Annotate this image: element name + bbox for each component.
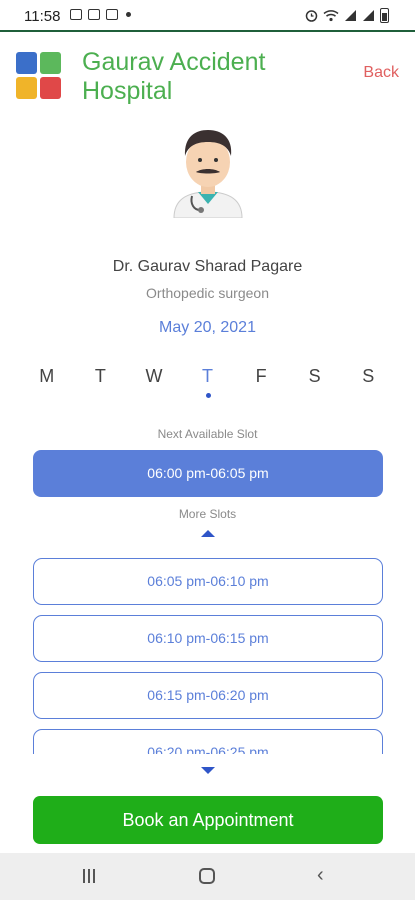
signal-icon <box>363 10 374 21</box>
weekday-saturday[interactable]: S <box>288 366 342 406</box>
status-time: 11:58 <box>24 8 61 25</box>
weekday-sunday[interactable]: S <box>341 366 395 406</box>
signal-icon <box>345 10 356 21</box>
weekday-monday[interactable]: M <box>20 366 74 406</box>
slot-button[interactable]: 06:20 pm-06:25 pm <box>33 729 383 754</box>
battery-icon <box>380 8 389 23</box>
back-button[interactable]: Back <box>363 64 399 82</box>
status-bar: 11:58 <box>0 0 415 32</box>
scroll-down-icon[interactable] <box>201 767 215 774</box>
weekday-thursday[interactable]: T <box>181 366 235 406</box>
dot-icon <box>126 12 131 17</box>
recents-icon[interactable] <box>83 869 97 883</box>
hospital-logo-icon <box>16 52 62 100</box>
system-nav-bar: ‹ <box>0 853 415 900</box>
wifi-icon <box>323 10 339 22</box>
header: Gaurav Accident Hospital Back <box>0 34 415 114</box>
weekday-selector: M T W T F S S <box>20 366 395 406</box>
weekday-tuesday[interactable]: T <box>74 366 128 406</box>
doctor-name: Dr. Gaurav Sharad Pagare <box>112 258 303 275</box>
book-appointment-button[interactable]: Book an Appointment <box>33 796 383 844</box>
hospital-name: Gaurav Accident Hospital <box>82 48 266 105</box>
slot-list[interactable]: 06:05 pm-06:10 pm 06:10 pm-06:15 pm 06:1… <box>0 550 415 754</box>
selected-date[interactable]: May 20, 2021 <box>0 319 415 337</box>
notification-icon <box>88 9 100 20</box>
home-icon[interactable] <box>199 868 215 884</box>
weekday-friday[interactable]: F <box>234 366 288 406</box>
status-left-icons <box>70 9 131 20</box>
scroll-up-icon[interactable] <box>201 530 215 537</box>
slot-button[interactable]: 06:05 pm-06:10 pm <box>33 558 383 605</box>
slot-button[interactable]: 06:10 pm-06:15 pm <box>33 615 383 662</box>
doctor-avatar-icon <box>173 130 243 218</box>
alarm-icon <box>305 10 318 22</box>
more-slots-label: More Slots <box>178 507 237 521</box>
doctor-specialty: Orthopedic surgeon <box>146 285 269 301</box>
next-slot-button[interactable]: 06:00 pm-06:05 pm <box>33 450 383 497</box>
slot-button[interactable]: 06:15 pm-06:20 pm <box>33 672 383 719</box>
app-icon <box>106 9 118 20</box>
next-slot-label: Next Available Slot <box>157 427 258 441</box>
back-icon[interactable]: ‹ <box>317 865 324 885</box>
status-right-icons <box>305 8 389 23</box>
weekday-wednesday[interactable]: W <box>127 366 181 406</box>
image-icon <box>70 9 82 20</box>
